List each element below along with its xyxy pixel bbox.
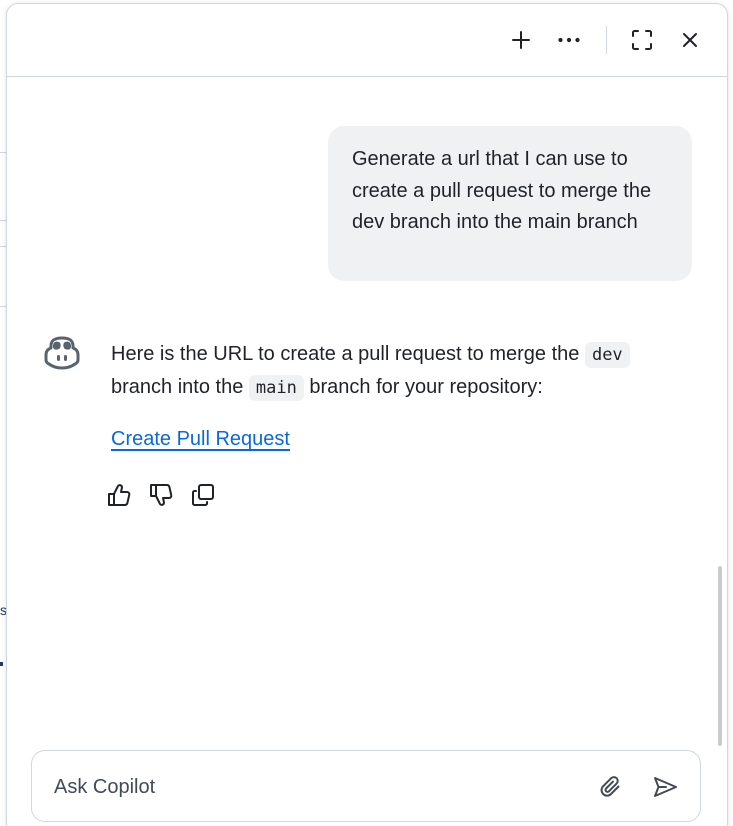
assistant-text: Here is the URL to create a pull request… [111,343,585,365]
copy-icon [192,484,214,506]
kebab-horizontal-icon [558,37,580,43]
thumbs-up-button[interactable] [104,480,134,510]
thumbs-down-button[interactable] [146,480,176,510]
user-message-text: Generate a url that I can use to create … [352,148,652,233]
x-icon [683,33,697,47]
send-button[interactable] [649,771,681,803]
paperclip-icon [600,776,620,797]
copilot-icon [44,336,80,370]
new-chat-button[interactable] [505,24,537,56]
more-options-button[interactable] [553,24,585,56]
copilot-chat-panel: Generate a url that I can use to create … [6,3,728,826]
thumbsup-icon [108,484,131,506]
copilot-avatar [43,336,81,370]
assistant-text: branch for your repository: [303,376,543,398]
chat-header [7,4,727,77]
inline-code-dev: dev [584,342,630,368]
plus-icon [512,31,530,49]
assistant-message: Here is the URL to create a pull request… [111,338,691,404]
screen-full-icon [632,30,652,50]
paper-airplane-icon [654,777,677,797]
attach-button[interactable] [595,771,627,803]
thumbsdown-icon [150,484,173,506]
close-button[interactable] [674,24,706,56]
copilot-chat-screen: s Generate a url that I can use to creat… [0,0,733,826]
composer [31,750,701,822]
user-message-bubble: Generate a url that I can use to create … [328,126,692,281]
chat-scrollbar[interactable] [718,566,722,746]
copy-button[interactable] [188,480,218,510]
inline-code-main: main [248,375,304,401]
ask-copilot-input[interactable] [54,771,574,803]
create-pull-request-link[interactable]: Create Pull Request [111,425,290,453]
assistant-text: branch into the [111,376,249,398]
fullscreen-button[interactable] [626,24,658,56]
header-separator [606,26,607,54]
background-mark [0,662,3,666]
